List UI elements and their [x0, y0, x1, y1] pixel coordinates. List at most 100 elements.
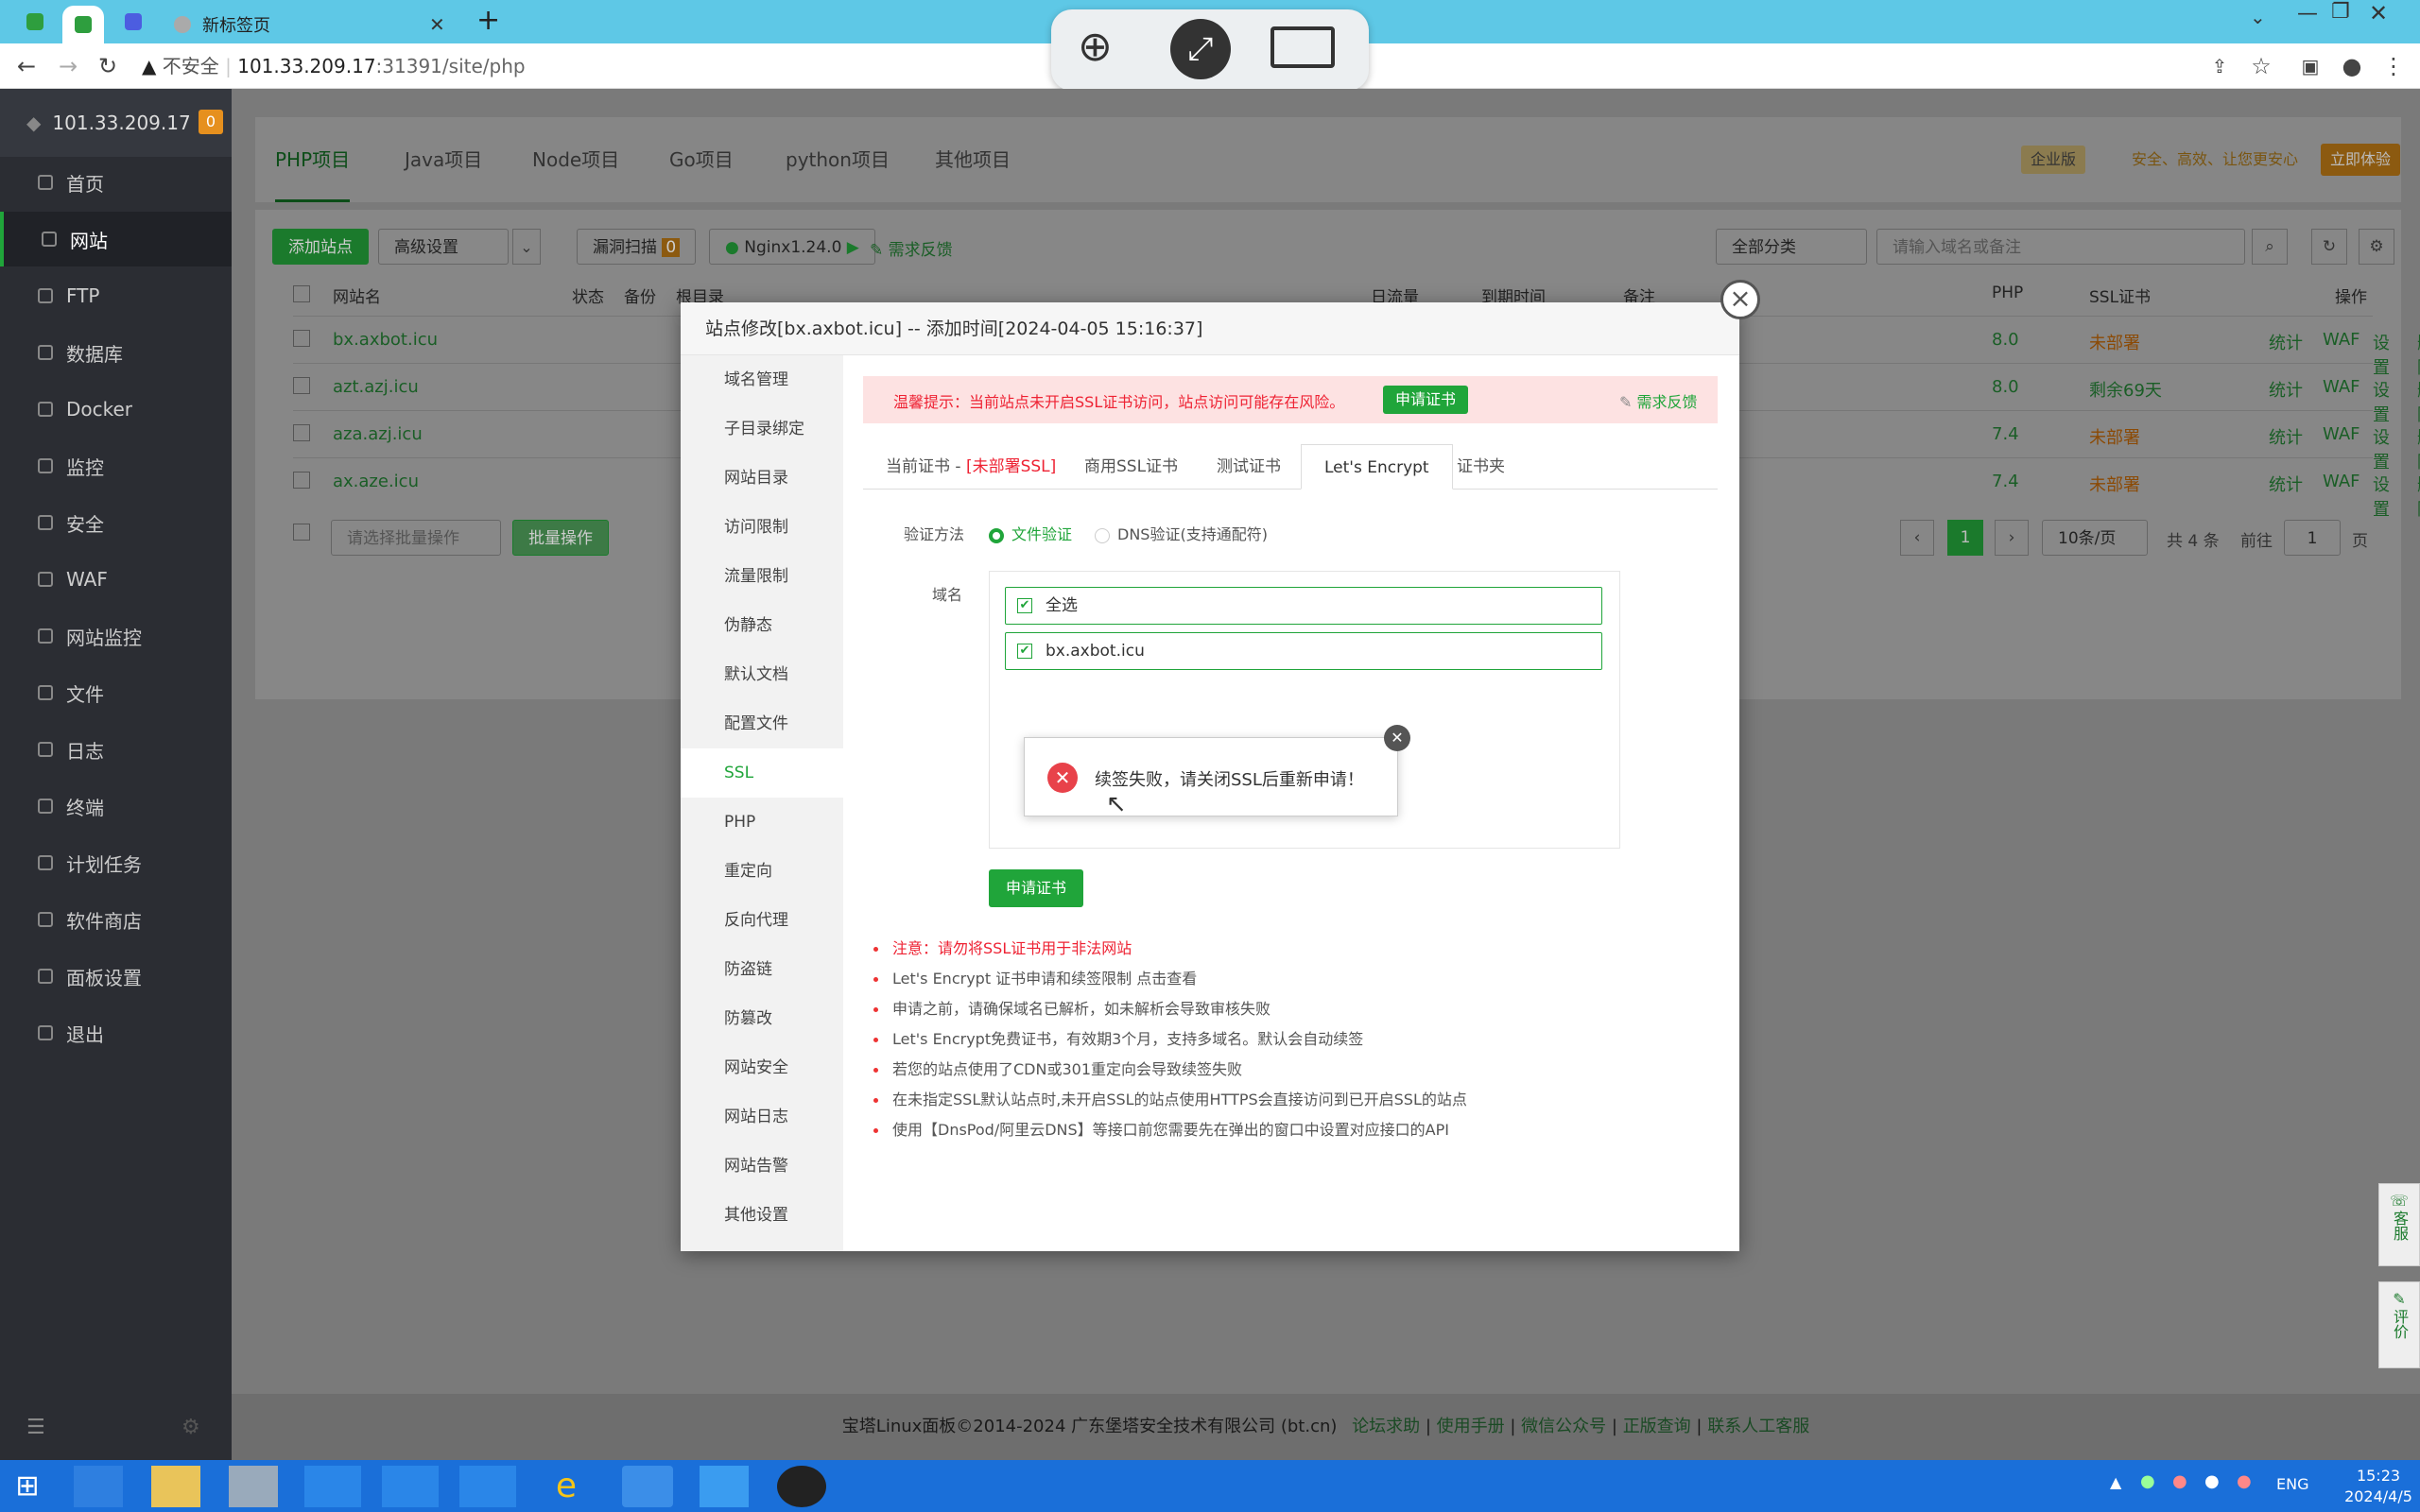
op-waf[interactable]: WAF — [2323, 472, 2360, 491]
windows-start-icon[interactable]: ⊞ — [0, 1466, 55, 1507]
sidebar-gear-icon[interactable]: ⚙ — [182, 1416, 200, 1439]
notification-badge[interactable]: 0 — [199, 110, 223, 134]
site-name-link[interactable]: aza.azj.icu — [333, 424, 423, 444]
category-select[interactable]: 全部分类 — [1716, 229, 1867, 265]
menu-hotlink[interactable]: 防盗链 — [681, 945, 843, 994]
ssl-status[interactable]: 未部署 — [2089, 330, 2140, 354]
sidebar-item-site-monitor[interactable]: 网站监控 — [0, 609, 232, 663]
sidebar-item-store[interactable]: 软件商店 — [0, 892, 232, 947]
php-version[interactable]: 7.4 — [1992, 424, 2019, 444]
volume-icon[interactable]: ● — [2237, 1471, 2252, 1491]
menu-icon[interactable]: ⋮ — [2378, 51, 2409, 81]
chevron-down-icon[interactable]: ⌄ — [512, 229, 541, 265]
tab-letsencrypt[interactable]: Let's Encrypt — [1301, 444, 1453, 490]
op-settings[interactable]: 设置 — [2373, 377, 2390, 426]
tab-search-icon[interactable]: ⌄ — [2250, 6, 2266, 28]
sidebar-item-website[interactable]: 网站 — [0, 212, 232, 266]
op-stats[interactable]: 统计 — [2269, 472, 2303, 496]
feedback-link[interactable]: ✎ 需求反馈 — [870, 236, 953, 260]
sidebar-item-logout[interactable]: 退出 — [0, 1005, 232, 1060]
next-page-icon[interactable]: › — [1995, 520, 2029, 556]
nginx-button[interactable]: ● Nginx1.24.0 ▶ — [709, 229, 875, 265]
close-tab-icon[interactable]: ✕ — [429, 13, 445, 36]
sidebar-item-terminal[interactable]: 终端 — [0, 779, 232, 833]
batch-checkbox[interactable] — [293, 524, 310, 541]
tab-current-cert[interactable]: 当前证书 - [未部署SSL] — [863, 444, 1079, 490]
op-waf[interactable]: WAF — [2323, 424, 2360, 444]
chrome-icon[interactable] — [622, 1466, 673, 1507]
sidebar-item-database[interactable]: 数据库 — [0, 325, 232, 380]
site-name-link[interactable]: bx.axbot.icu — [333, 330, 438, 350]
review-button[interactable]: ✎ 评价 — [2378, 1281, 2420, 1368]
menu-access-limit[interactable]: 访问限制 — [681, 503, 843, 552]
disconnect-icon[interactable]: ⤢ — [1170, 19, 1231, 79]
tab-cert-folder[interactable]: 证书夹 — [1434, 444, 1528, 490]
zoom-in-icon[interactable]: ⊕ — [1078, 23, 1113, 71]
menu-domain[interactable]: 域名管理 — [681, 355, 843, 404]
sidebar-item-monitor[interactable]: 监控 — [0, 438, 232, 493]
menu-config[interactable]: 配置文件 — [681, 699, 843, 748]
refresh-icon[interactable]: ↻ — [2311, 229, 2347, 265]
col-status[interactable]: 状态 — [572, 284, 604, 307]
share-icon[interactable]: ⇪ — [2204, 51, 2235, 81]
verify-dns-radio[interactable]: DNS验证(支持通配符) — [1095, 522, 1268, 544]
sidebar-item-waf[interactable]: WAF — [0, 552, 232, 607]
sidebar-item-logs[interactable]: 日志 — [0, 722, 232, 777]
tab-commercial[interactable]: 商用SSL证书 — [1062, 444, 1201, 490]
site-name-link[interactable]: ax.aze.icu — [333, 472, 419, 491]
menu-default-doc[interactable]: 默认文档 — [681, 650, 843, 699]
sidebar-item-docker[interactable]: Docker — [0, 382, 232, 437]
site-name-link[interactable]: azt.azj.icu — [333, 377, 419, 397]
op-settings[interactable]: 设置 — [2373, 330, 2390, 379]
customer-service-button[interactable]: ☏ 客服 — [2378, 1183, 2420, 1266]
tab-go[interactable]: Go项目 — [669, 117, 734, 202]
tray-expand-icon[interactable]: ▲ — [2110, 1473, 2121, 1491]
menu-site-dir[interactable]: 网站目录 — [681, 454, 843, 503]
php-version[interactable]: 8.0 — [1992, 330, 2019, 350]
footer-link-manual[interactable]: 使用手册 — [1437, 1417, 1505, 1436]
bookmark-star-icon[interactable]: ☆ — [2246, 51, 2276, 81]
restore-icon[interactable]: ❐ — [2331, 0, 2350, 24]
footer-link-support[interactable]: 联系人工客服 — [1707, 1417, 1809, 1436]
menu-subdir[interactable]: 子目录绑定 — [681, 404, 843, 454]
footer-link-forum[interactable]: 论坛求助 — [1352, 1417, 1420, 1436]
op-stats[interactable]: 统计 — [2269, 330, 2303, 354]
extension-favicon-icon[interactable] — [125, 13, 142, 30]
row-checkbox[interactable] — [293, 330, 310, 347]
search-icon[interactable]: ⌕ — [2252, 229, 2288, 265]
php-version[interactable]: 8.0 — [1992, 377, 2019, 397]
tab-pinned[interactable] — [62, 6, 104, 43]
tray-icon-3[interactable]: ● — [2204, 1471, 2220, 1491]
op-settings[interactable]: 设置 — [2373, 472, 2390, 521]
vuln-scan-button[interactable]: 漏洞扫描 0 — [577, 229, 697, 265]
collapse-menu-icon[interactable]: ☰ — [26, 1416, 45, 1439]
alert-feedback-link[interactable]: ✎ 需求反馈 — [1619, 389, 1698, 412]
reload-icon[interactable]: ↻ — [93, 51, 123, 81]
batch-button[interactable]: 批量操作 — [512, 520, 609, 556]
menu-redirect[interactable]: 重定向 — [681, 847, 843, 896]
advanced-settings-button[interactable]: 高级设置 — [378, 229, 509, 265]
verify-file-radio[interactable]: 文件验证 — [989, 522, 1072, 544]
page-current[interactable]: 1 — [1947, 520, 1983, 556]
tab-java[interactable]: Java项目 — [405, 117, 482, 202]
tab-other[interactable]: 其他项目 — [935, 117, 1011, 202]
menu-site-alert[interactable]: 网站告警 — [681, 1142, 843, 1191]
ssl-status[interactable]: 剩余69天 — [2089, 377, 2162, 402]
file-explorer-icon[interactable] — [151, 1466, 200, 1507]
server-manager-icon[interactable] — [74, 1466, 123, 1507]
app-icon-3[interactable] — [459, 1466, 516, 1507]
goto-input[interactable]: 1 — [2284, 520, 2341, 556]
remote-app-icon[interactable] — [229, 1466, 278, 1507]
select-all-row[interactable]: ✔ 全选 — [1005, 587, 1602, 625]
col-name[interactable]: 网站名 — [333, 284, 381, 307]
sidebar-item-ftp[interactable]: FTP — [0, 268, 232, 323]
sidebar-item-security[interactable]: 安全 — [0, 495, 232, 550]
menu-other[interactable]: 其他设置 — [681, 1191, 843, 1240]
row-checkbox[interactable] — [293, 472, 310, 489]
sidebar-item-home[interactable]: 首页 — [0, 155, 232, 210]
batch-select[interactable]: 请选择批量操作 — [331, 520, 501, 556]
page-size-select[interactable]: 10条/页 — [2042, 520, 2148, 556]
alert-apply-button[interactable]: 申请证书 — [1383, 386, 1468, 414]
language-indicator[interactable]: ENG — [2276, 1475, 2308, 1493]
table-settings-icon[interactable]: ⚙ — [2359, 229, 2394, 265]
